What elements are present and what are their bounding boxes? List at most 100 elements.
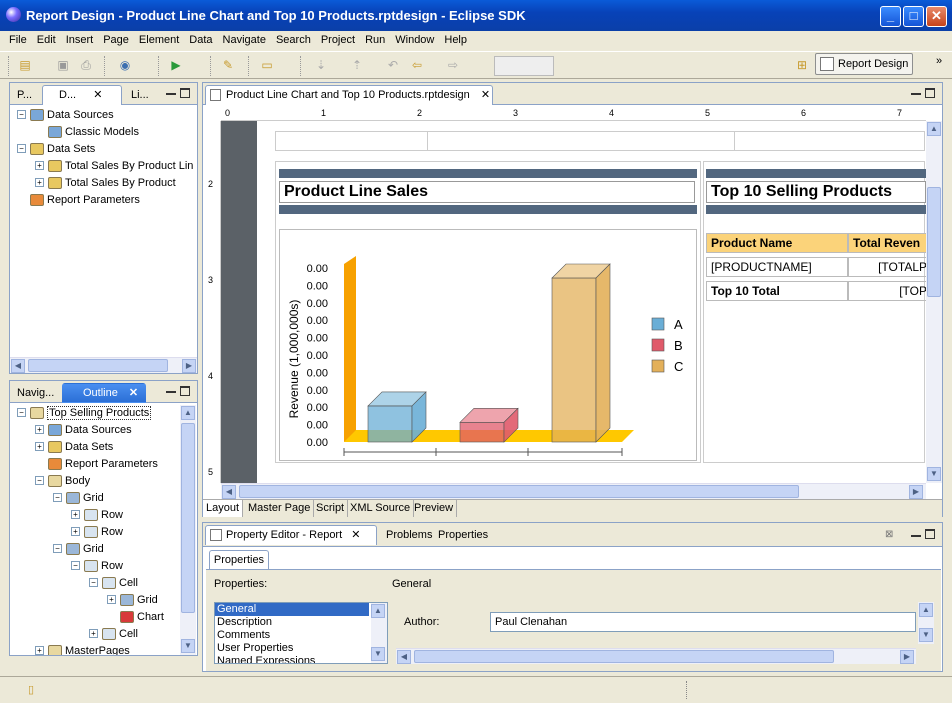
minimize-view-icon[interactable] (166, 93, 176, 95)
scroll-left-icon[interactable]: ◀ (222, 485, 236, 499)
scroll-thumb[interactable] (927, 187, 941, 297)
list-item-user-properties[interactable]: User Properties (215, 642, 387, 655)
menu-page[interactable]: Page (98, 34, 134, 46)
tab-layout[interactable]: Layout (203, 500, 244, 517)
vertical-scrollbar[interactable]: ▲ ▼ (180, 405, 196, 655)
expand-icon[interactable]: + (71, 527, 80, 536)
outline-node[interactable]: + MasterPages (35, 643, 130, 655)
maximize-view-icon[interactable] (925, 529, 935, 539)
tab-problems[interactable]: Problems (381, 525, 432, 545)
table-footer-label[interactable]: Top 10 Total (706, 281, 848, 301)
chart-frame[interactable]: 0.00 0.00 0.00 0.00 0.00 0.00 0.00 0.00 0.00 0.00… (279, 229, 697, 461)
close-icon[interactable]: ✕ (93, 89, 102, 101)
collapse-icon[interactable]: − (71, 561, 80, 570)
tab-library[interactable]: Li... (126, 85, 156, 105)
left-report-title[interactable]: Product Line Sales (279, 181, 695, 203)
data-explorer-node[interactable]: Classic Models (48, 124, 139, 141)
scroll-down-icon[interactable]: ▼ (181, 639, 195, 653)
tab-xml-source[interactable]: XML Source (347, 500, 415, 517)
close-button[interactable]: ✕ (926, 6, 947, 27)
menu-file[interactable]: File (4, 34, 32, 46)
prev-annotation-icon[interactable]: ⇡ (348, 56, 366, 74)
tab-preview[interactable]: Preview (411, 500, 458, 517)
tab-properties[interactable]: Properties (433, 525, 489, 545)
scroll-right-icon[interactable]: ▶ (909, 485, 923, 499)
fast-view-icon[interactable]: ▯ (28, 683, 40, 696)
tab-data-explorer[interactable]: D... ✕ (42, 85, 122, 105)
outline-node[interactable]: + Row (71, 507, 123, 524)
menu-window[interactable]: Window (390, 34, 439, 46)
outline-node[interactable]: Report Parameters (48, 456, 158, 473)
collapse-icon[interactable]: − (53, 493, 62, 502)
more-perspectives-icon[interactable]: » (936, 55, 942, 67)
collapse-icon[interactable]: − (17, 144, 26, 153)
expand-icon[interactable]: + (35, 161, 44, 170)
pin-icon[interactable]: ✎ (219, 56, 237, 74)
save-icon[interactable]: ▣ (54, 56, 72, 74)
expand-icon[interactable]: + (71, 510, 80, 519)
close-icon[interactable]: ✕ (351, 529, 360, 541)
list-scrollbar[interactable]: ▲ ▼ (371, 603, 387, 663)
back-icon[interactable]: ⇦ (408, 56, 426, 74)
table-footer-total[interactable]: [TOP (848, 281, 926, 301)
collapse-icon[interactable]: − (53, 544, 62, 553)
expand-icon[interactable]: + (89, 629, 98, 638)
table-header-total-revenue[interactable]: Total Reven (848, 233, 926, 253)
menu-search[interactable]: Search (271, 34, 316, 46)
properties-vertical-scrollbar[interactable]: ▲ ▼ (918, 602, 934, 644)
last-edit-icon[interactable]: ↶ (384, 56, 402, 74)
globe-icon[interactable]: ◉ (116, 56, 134, 74)
collapse-icon[interactable]: − (35, 476, 44, 485)
maximize-view-icon[interactable] (925, 88, 935, 98)
menu-project[interactable]: Project (316, 34, 360, 46)
restore-defaults-icon[interactable]: ⊠ (885, 529, 897, 541)
outline-node[interactable]: − Grid (53, 541, 104, 558)
table-header-product-name[interactable]: Product Name (706, 233, 848, 253)
tab-editor-file[interactable]: Product Line Chart and Top 10 Products.r… (205, 85, 493, 105)
menu-data[interactable]: Data (184, 34, 217, 46)
zoom-combo[interactable] (494, 56, 554, 76)
menu-run[interactable]: Run (360, 34, 390, 46)
author-field[interactable]: Paul Clenahan (490, 612, 916, 632)
outline-node[interactable]: + Cell (89, 626, 138, 643)
outline-node[interactable]: + Row (71, 524, 123, 541)
subtab-properties[interactable]: Properties (209, 550, 269, 569)
scroll-down-icon[interactable]: ▼ (919, 628, 933, 642)
minimize-button[interactable]: _ (880, 6, 901, 27)
collapse-icon[interactable]: − (17, 110, 26, 119)
minimize-view-icon[interactable] (166, 391, 176, 393)
maximize-view-icon[interactable] (180, 386, 190, 396)
forward-icon[interactable]: ⇨ (444, 56, 462, 74)
scroll-left-icon[interactable]: ◀ (11, 359, 25, 373)
scroll-down-icon[interactable]: ▼ (371, 647, 385, 661)
maximize-view-icon[interactable] (180, 88, 190, 98)
data-explorer-node[interactable]: Report Parameters (30, 192, 140, 209)
collapse-icon[interactable]: − (89, 578, 98, 587)
outline-node[interactable]: + Grid (107, 592, 158, 609)
tab-outline[interactable]: Outline ✕ (62, 383, 146, 403)
open-folder-icon[interactable]: ▭ (258, 56, 276, 74)
menu-help[interactable]: Help (439, 34, 472, 46)
expand-icon[interactable]: + (35, 425, 44, 434)
open-perspective-icon[interactable]: ⊞ (793, 56, 811, 74)
horizontal-scrollbar[interactable]: ◀ ▶ (10, 357, 197, 373)
data-explorer-node[interactable]: − Data Sets (17, 141, 95, 158)
table-cell-total[interactable]: [TOTALP (848, 257, 926, 277)
editor-horizontal-scrollbar[interactable]: ◀ ▶ (221, 483, 926, 499)
list-item-description[interactable]: Description (215, 616, 387, 629)
collapse-icon[interactable]: − (17, 408, 26, 417)
scroll-down-icon[interactable]: ▼ (927, 467, 941, 481)
scroll-left-icon[interactable]: ◀ (397, 650, 411, 664)
table-cell-product-name[interactable]: [PRODUCTNAME] (706, 257, 848, 277)
scroll-up-icon[interactable]: ▲ (919, 603, 933, 617)
menu-element[interactable]: Element (134, 34, 184, 46)
close-icon[interactable]: ✕ (129, 387, 138, 399)
menu-insert[interactable]: Insert (61, 34, 99, 46)
outline-node[interactable]: − Grid (53, 490, 104, 507)
tab-palette[interactable]: P... (12, 85, 42, 105)
maximize-button[interactable]: □ (903, 6, 924, 27)
expand-icon[interactable]: + (35, 442, 44, 451)
outline-node[interactable]: + Data Sources (35, 422, 132, 439)
data-explorer-node[interactable]: + Total Sales By Product Lin (35, 158, 193, 175)
report-design-perspective-button[interactable]: Report Design (815, 53, 913, 75)
